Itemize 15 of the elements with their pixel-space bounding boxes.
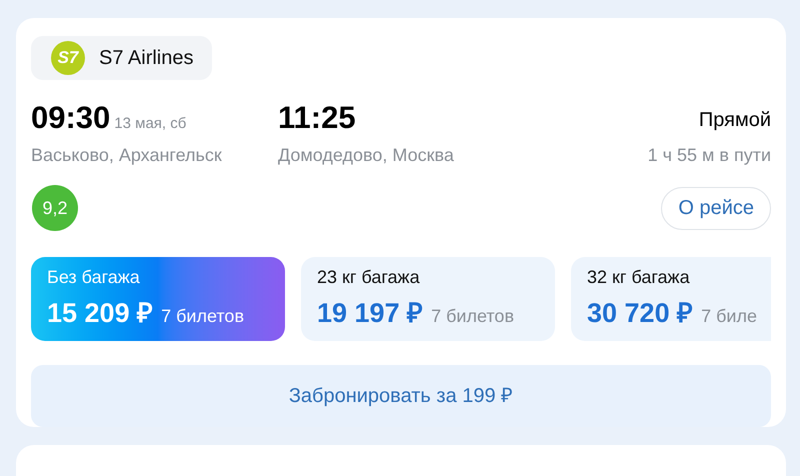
flight-duration: 1 ч 55 м в пути bbox=[648, 144, 771, 167]
flight-details-button[interactable]: О рейсе bbox=[661, 186, 771, 230]
airline-name: S7 Airlines bbox=[99, 46, 194, 71]
rating-badge: 9,2 bbox=[32, 185, 78, 231]
fare-option[interactable]: 23 кг багажа 19 197 ₽ 7 билетов bbox=[301, 257, 555, 341]
departure-date: 13 мая, сб bbox=[114, 114, 186, 134]
departure-time: 09:30 bbox=[31, 100, 110, 136]
fare-option[interactable]: 32 кг багажа 30 720 ₽ 7 биле bbox=[571, 257, 771, 341]
arrival-place: Домодедово, Москва bbox=[278, 144, 454, 167]
route-type: Прямой bbox=[698, 108, 771, 133]
airline-logo: S7 bbox=[51, 41, 85, 75]
departure-place: Васьково, Архангельск bbox=[31, 144, 223, 167]
arrival-time: 11:25 bbox=[278, 100, 357, 136]
fare-option[interactable]: Без багажа 15 209 ₽ 7 билетов bbox=[31, 257, 285, 341]
book-button[interactable]: Забронировать за 199 ₽ bbox=[31, 365, 771, 427]
